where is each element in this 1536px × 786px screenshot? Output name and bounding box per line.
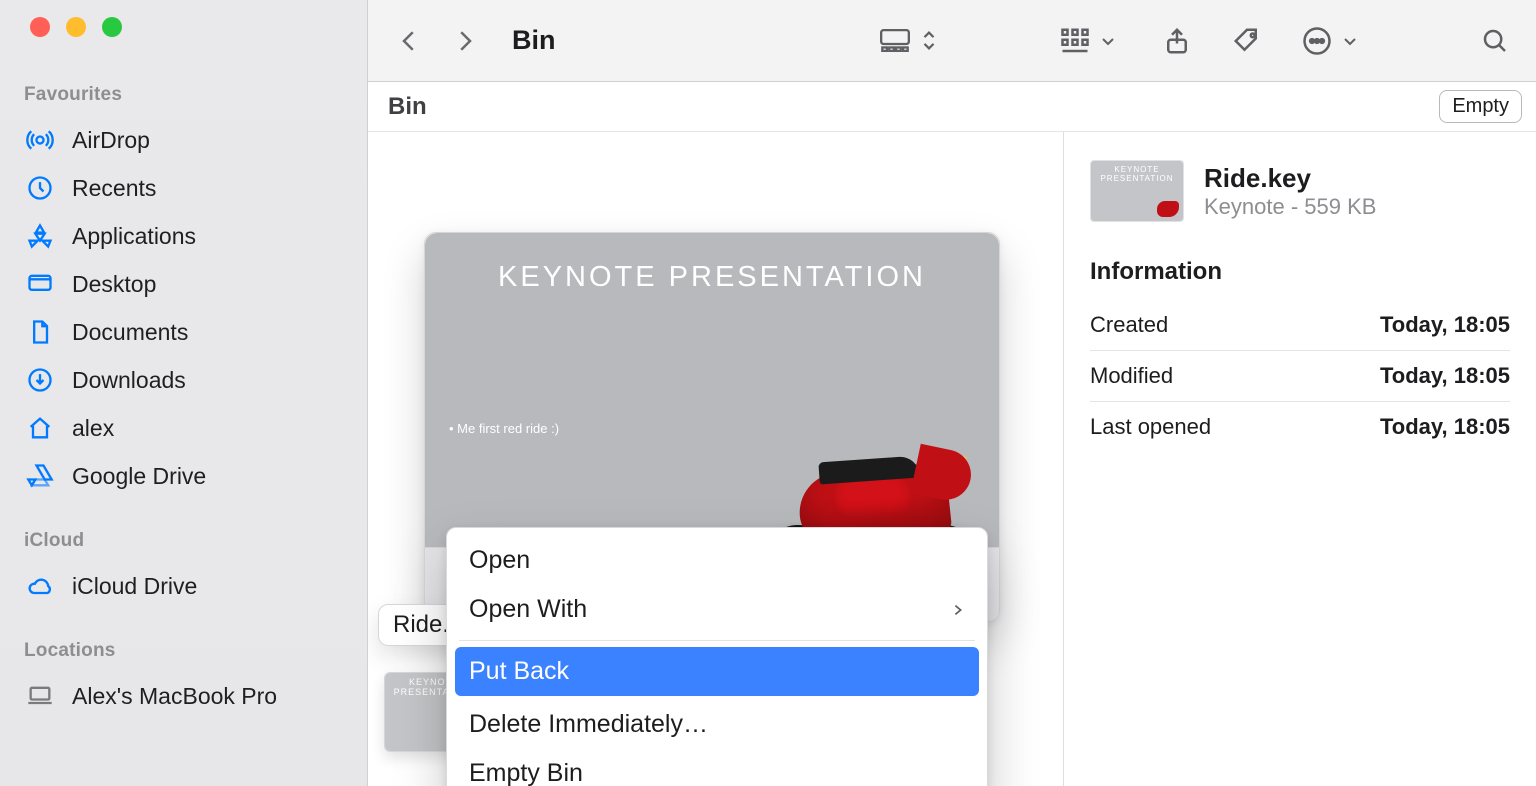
path-location: Bin xyxy=(388,93,427,121)
preview-file-name: Ride.key xyxy=(1204,163,1376,194)
document-icon xyxy=(26,318,54,346)
ctx-separator xyxy=(459,640,975,641)
sidebar-section-locations-title: Locations xyxy=(24,640,349,662)
ctx-delete-immediately[interactable]: Delete Immediately… xyxy=(447,700,987,749)
airdrop-icon xyxy=(26,126,54,154)
ctx-open-with[interactable]: Open With xyxy=(447,585,987,634)
sidebar-locations: Alex's MacBook Pro xyxy=(18,672,349,720)
info-row-created: Created Today, 18:05 xyxy=(1090,300,1510,351)
cloud-icon xyxy=(26,572,54,600)
clock-icon xyxy=(26,174,54,202)
slide-bullet: • Me first red ride :) xyxy=(449,421,559,436)
sidebar-item-label: alex xyxy=(72,415,114,442)
ctx-item-label: Empty Bin xyxy=(469,759,583,786)
info-key: Modified xyxy=(1090,363,1173,389)
gallery-pane[interactable]: KEYNOTE PRESENTATION • Me first red ride… xyxy=(368,132,1064,786)
info-key: Created xyxy=(1090,312,1168,338)
sidebar-item-home[interactable]: alex xyxy=(18,404,349,452)
home-icon xyxy=(26,414,54,442)
ctx-item-label: Delete Immediately… xyxy=(469,710,708,739)
sidebar-item-applications[interactable]: Applications xyxy=(18,212,349,260)
sidebar-icloud: iCloud Drive xyxy=(18,562,349,610)
traffic-light-zoom[interactable] xyxy=(102,17,122,37)
sidebar-item-label: AirDrop xyxy=(72,127,150,154)
info-title: Information xyxy=(1090,258,1510,286)
sidebar-item-recents[interactable]: Recents xyxy=(18,164,349,212)
sidebar-item-google-drive[interactable]: Google Drive xyxy=(18,452,349,500)
sidebar-item-label: Google Drive xyxy=(72,463,206,490)
finder-window: Favourites AirDrop Recents Applications xyxy=(0,0,1536,786)
sidebar-section-icloud-title: iCloud xyxy=(24,530,349,552)
traffic-light-close[interactable] xyxy=(30,17,50,37)
toolbar-title: Bin xyxy=(512,25,556,56)
sidebar-item-label: Applications xyxy=(72,223,196,250)
info-value: Today, 18:05 xyxy=(1380,363,1510,389)
gallery-view-icon xyxy=(880,26,910,56)
sidebar-item-label: iCloud Drive xyxy=(72,573,197,600)
info-key: Last opened xyxy=(1090,414,1211,440)
ctx-open[interactable]: Open xyxy=(447,536,987,585)
preview-pane: KEYNOTE PRESENTATION Ride.key Keynote - … xyxy=(1064,132,1536,786)
sidebar-item-label: Documents xyxy=(72,319,188,346)
google-drive-icon xyxy=(26,462,54,490)
applications-icon xyxy=(26,222,54,250)
nav-forward-button[interactable] xyxy=(450,26,480,56)
info-row-last-opened: Last opened Today, 18:05 xyxy=(1090,402,1510,452)
ellipsis-circle-icon xyxy=(1302,26,1332,56)
sidebar-item-icloud-drive[interactable]: iCloud Drive xyxy=(18,562,349,610)
sidebar-section-favourites-title: Favourites xyxy=(24,84,349,106)
view-gallery-button[interactable] xyxy=(880,26,938,56)
sidebar-item-documents[interactable]: Documents xyxy=(18,308,349,356)
main: Bin xyxy=(368,0,1536,786)
share-button[interactable] xyxy=(1162,26,1192,56)
chevron-right-icon xyxy=(951,597,965,623)
desktop-icon xyxy=(26,270,54,298)
chevron-down-icon xyxy=(1342,26,1358,56)
chevron-down-icon xyxy=(1100,26,1116,56)
tags-button[interactable] xyxy=(1232,26,1262,56)
empty-trash-button[interactable]: Empty xyxy=(1439,90,1522,123)
ctx-item-label: Open xyxy=(469,546,530,575)
path-bar: Bin Empty xyxy=(368,82,1536,132)
sidebar-item-desktop[interactable]: Desktop xyxy=(18,260,349,308)
context-menu: Open Open With Put Back Delete Immediate… xyxy=(446,527,988,786)
more-actions-button[interactable] xyxy=(1302,26,1358,56)
preview-thumb: KEYNOTE PRESENTATION xyxy=(1090,160,1184,222)
search-button[interactable] xyxy=(1480,26,1510,56)
traffic-light-minimise[interactable] xyxy=(66,17,86,37)
info-value: Today, 18:05 xyxy=(1380,312,1510,338)
content-split: KEYNOTE PRESENTATION • Me first red ride… xyxy=(368,132,1536,786)
ctx-item-label: Put Back xyxy=(469,657,569,686)
traffic-lights xyxy=(30,18,349,36)
preview-header: KEYNOTE PRESENTATION Ride.key Keynote - … xyxy=(1090,160,1510,222)
sidebar-item-this-mac[interactable]: Alex's MacBook Pro xyxy=(18,672,349,720)
sidebar-item-airdrop[interactable]: AirDrop xyxy=(18,116,349,164)
toolbar: Bin xyxy=(368,0,1536,82)
sidebar: Favourites AirDrop Recents Applications xyxy=(0,0,368,786)
group-by-button[interactable] xyxy=(1060,26,1116,56)
slide-title: KEYNOTE PRESENTATION xyxy=(425,261,999,294)
sidebar-item-label: Downloads xyxy=(72,367,186,394)
preview-kind-size: Keynote - 559 KB xyxy=(1204,194,1376,220)
sidebar-favourites: AirDrop Recents Applications Desktop xyxy=(18,116,349,500)
download-icon xyxy=(26,366,54,394)
sidebar-item-label: Alex's MacBook Pro xyxy=(72,683,277,710)
group-icon xyxy=(1060,26,1090,56)
laptop-icon xyxy=(26,682,54,710)
info-row-modified: Modified Today, 18:05 xyxy=(1090,351,1510,402)
ctx-put-back[interactable]: Put Back xyxy=(455,647,979,696)
ctx-empty-bin[interactable]: Empty Bin xyxy=(447,749,987,786)
ctx-item-label: Open With xyxy=(469,595,587,624)
chevron-updown-icon xyxy=(920,26,938,56)
info-value: Today, 18:05 xyxy=(1380,414,1510,440)
sidebar-item-label: Desktop xyxy=(72,271,156,298)
sidebar-item-downloads[interactable]: Downloads xyxy=(18,356,349,404)
sidebar-item-label: Recents xyxy=(72,175,156,202)
nav-back-button[interactable] xyxy=(394,26,424,56)
